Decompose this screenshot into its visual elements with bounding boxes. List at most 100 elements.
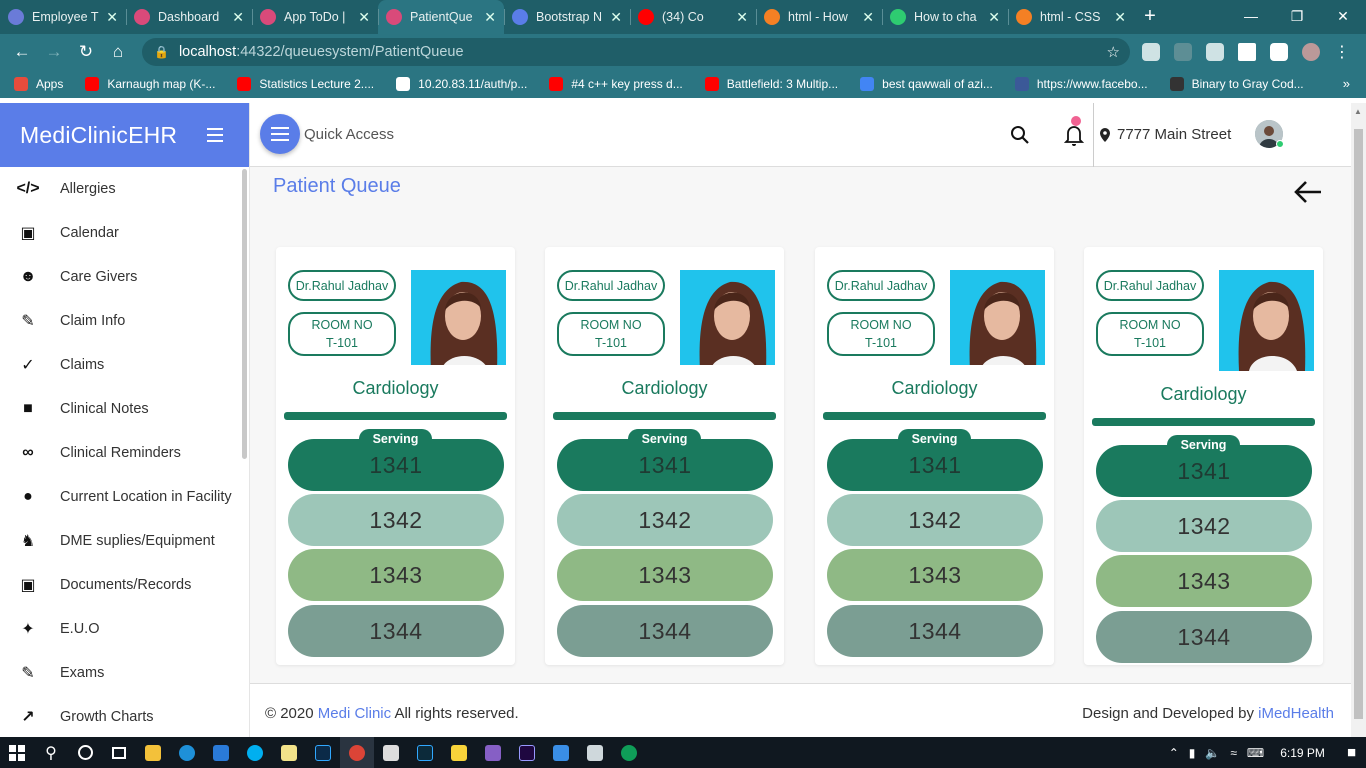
tab-close-icon[interactable]: ✕ xyxy=(106,9,118,26)
chrome-taskbar-icon-2[interactable] xyxy=(612,737,646,768)
search-taskbar-icon[interactable]: ⚲ xyxy=(34,737,68,768)
browser-tab[interactable]: Dashboard ✕ xyxy=(126,0,252,34)
tab-close-icon[interactable]: ✕ xyxy=(988,9,1000,26)
restore-button[interactable]: ❐ xyxy=(1274,0,1320,32)
tab-close-icon[interactable]: ✕ xyxy=(736,9,748,26)
medi-clinic-link[interactable]: Medi Clinic xyxy=(318,705,391,722)
tray-chevron-icon[interactable]: ⌃ xyxy=(1169,746,1179,760)
minimize-button[interactable]: — xyxy=(1228,0,1274,32)
task-view-icon[interactable] xyxy=(102,737,136,768)
location-display[interactable]: 7777 Main Street xyxy=(1100,126,1231,143)
notification-bell-icon[interactable] xyxy=(1064,123,1084,147)
browser-tab[interactable]: Employee T ✕ xyxy=(0,0,126,34)
sidebar-item-claim-info[interactable]: ✎ Claim Info xyxy=(0,299,249,343)
bookmark-item[interactable]: Battlefield: 3 Multip... xyxy=(704,77,838,91)
scroll-up-icon[interactable]: ▲ xyxy=(1354,107,1362,116)
adblock-extension-icon[interactable] xyxy=(1206,43,1224,61)
bookmark-item[interactable]: Binary to Gray Cod... xyxy=(1169,77,1304,91)
sidebar-item-care-givers[interactable]: ☻ Care Givers xyxy=(0,255,249,299)
bookmark-item[interactable]: Karnaugh map (K-... xyxy=(85,77,215,91)
tab-close-icon[interactable]: ✕ xyxy=(610,9,622,26)
sidebar-scrollbar[interactable] xyxy=(242,169,247,459)
tab-close-icon[interactable]: ✕ xyxy=(358,9,370,26)
sidebar-item-dme-suplies-equipment[interactable]: ♞ DME suplies/Equipment xyxy=(0,519,249,563)
bookmark-item[interactable]: Apps xyxy=(14,77,63,91)
profile-avatar[interactable] xyxy=(1302,43,1320,61)
tab-close-icon[interactable]: ✕ xyxy=(484,9,496,26)
tab-close-icon[interactable]: ✕ xyxy=(862,9,874,26)
brand-name: MediClinicEHR xyxy=(20,121,178,148)
bookmark-item[interactable]: https://www.facebo... xyxy=(1014,77,1148,91)
wifi-icon[interactable]: ≈ xyxy=(1230,746,1237,760)
browser-tab[interactable]: (34) Co ✕ xyxy=(630,0,756,34)
bookmark-item[interactable]: 10.20.83.11/auth/p... xyxy=(396,77,527,91)
imedhealth-link[interactable]: iMedHealth xyxy=(1258,705,1334,722)
bookmark-item[interactable]: Statistics Lecture 2.... xyxy=(237,77,374,91)
browser-tab[interactable]: PatientQue ✕ xyxy=(378,0,504,34)
sidebar-item-calendar[interactable]: ▣ Calendar xyxy=(0,211,249,255)
browser-tab[interactable]: How to cha ✕ xyxy=(882,0,1008,34)
start-button[interactable] xyxy=(0,737,34,768)
mail-icon[interactable] xyxy=(204,737,238,768)
sidebar-item-exams[interactable]: ✎ Exams xyxy=(0,651,249,695)
sidebar-item-clinical-notes[interactable]: ■ Clinical Notes xyxy=(0,387,249,431)
browser-menu-icon[interactable]: ⋮ xyxy=(1334,42,1350,62)
page-scrollbar[interactable]: ▲ xyxy=(1351,103,1366,737)
clock[interactable]: 6:19 PM xyxy=(1280,746,1325,760)
sidebar-item-current-location-in-facility[interactable]: ● Current Location in Facility xyxy=(0,475,249,519)
token-queued: 1344 xyxy=(557,605,773,657)
file-explorer-icon[interactable] xyxy=(136,737,170,768)
media-icon[interactable] xyxy=(1270,43,1288,61)
lightroom-icon[interactable] xyxy=(408,737,442,768)
edge-icon[interactable] xyxy=(170,737,204,768)
chrome-taskbar-icon[interactable] xyxy=(340,737,374,768)
bookmarks-more-icon[interactable]: » xyxy=(1343,76,1350,91)
tab-close-icon[interactable]: ✕ xyxy=(232,9,244,26)
shield-extension-icon[interactable] xyxy=(1142,43,1160,61)
sidebar-toggle-icon[interactable] xyxy=(207,128,223,146)
sidebar-item-clinical-reminders[interactable]: ∞ Clinical Reminders xyxy=(0,431,249,475)
skype-icon[interactable] xyxy=(238,737,272,768)
url-field[interactable]: 🔒 localhost:44322/queuesystem/PatientQue… xyxy=(142,38,1130,66)
keyboard-icon[interactable]: ⌨ xyxy=(1247,746,1264,760)
sidebar-item-documents-records[interactable]: ▣ Documents/Records xyxy=(0,563,249,607)
scrollbar-thumb[interactable] xyxy=(1354,129,1363,719)
calculator-icon[interactable] xyxy=(578,737,612,768)
visual-studio-icon[interactable] xyxy=(476,737,510,768)
sticky-notes-icon[interactable] xyxy=(442,737,476,768)
sidebar-item-claims[interactable]: ✓ Claims xyxy=(0,343,249,387)
cortana-icon[interactable] xyxy=(68,737,102,768)
bookmark-star-icon[interactable]: ☆ xyxy=(1107,43,1120,61)
home-icon[interactable]: ⌂ xyxy=(102,42,134,62)
new-tab-button[interactable]: + xyxy=(1134,0,1166,34)
back-arrow-icon[interactable] xyxy=(1294,181,1322,203)
volume-icon[interactable]: 🔈 xyxy=(1205,746,1220,760)
token-queued: 1343 xyxy=(1096,555,1312,607)
browser-tab[interactable]: Bootstrap N ✕ xyxy=(504,0,630,34)
notes-icon[interactable] xyxy=(272,737,306,768)
bookmark-item[interactable]: best qawwali of azi... xyxy=(860,77,993,91)
battery-icon[interactable]: ▮ xyxy=(1189,746,1196,760)
tab-close-icon[interactable]: ✕ xyxy=(1114,9,1126,26)
extension-icon[interactable] xyxy=(1174,43,1192,61)
search-icon[interactable] xyxy=(1010,125,1030,145)
bookmark-item[interactable]: #4 c++ key press d... xyxy=(549,77,683,91)
photoshop-icon[interactable] xyxy=(306,737,340,768)
forward-nav-icon[interactable]: → xyxy=(38,42,70,62)
sidebar-item-growth-charts[interactable]: ↗ Growth Charts xyxy=(0,695,249,737)
back-nav-icon[interactable]: ← xyxy=(6,42,38,62)
quick-access-button[interactable] xyxy=(260,114,300,154)
sidebar-item-e-u-o[interactable]: ✦ E.U.O xyxy=(0,607,249,651)
location-text: 7777 Main Street xyxy=(1117,126,1232,143)
sidebar-item-allergies[interactable]: </> Allergies xyxy=(0,167,249,211)
reload-icon[interactable]: ↻ xyxy=(70,42,102,62)
browser-tab[interactable]: App ToDo | ✕ xyxy=(252,0,378,34)
puzzle-icon[interactable] xyxy=(1238,43,1256,61)
close-window-button[interactable]: ✕ xyxy=(1320,0,1366,32)
notifications-icon[interactable]: ■ xyxy=(1347,744,1356,761)
browser-tab[interactable]: html - How ✕ xyxy=(756,0,882,34)
store-icon[interactable] xyxy=(374,737,408,768)
after-effects-icon[interactable] xyxy=(510,737,544,768)
photos-icon[interactable] xyxy=(544,737,578,768)
browser-tab[interactable]: html - CSS ✕ xyxy=(1008,0,1134,34)
